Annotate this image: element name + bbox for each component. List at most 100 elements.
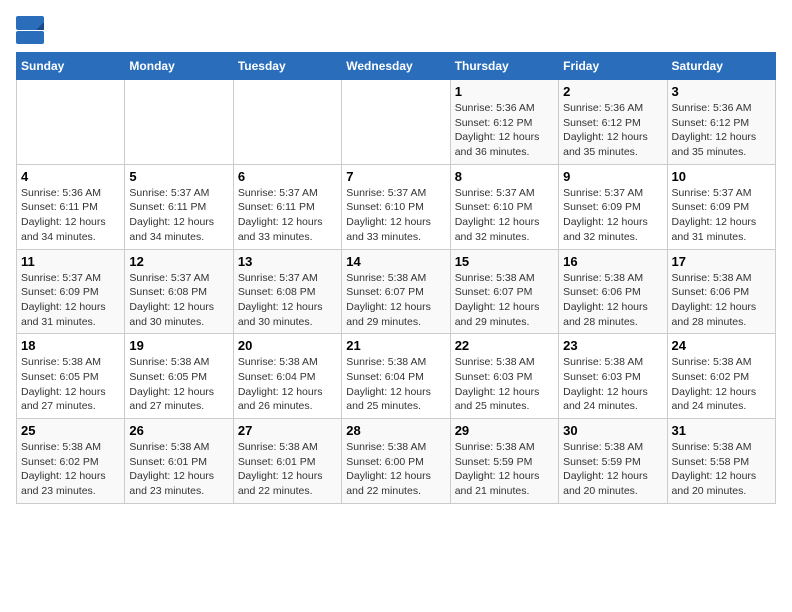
day-of-week-header: Tuesday — [233, 53, 341, 80]
day-number: 16 — [563, 254, 662, 269]
day-number: 11 — [21, 254, 120, 269]
day-info: Sunrise: 5:38 AM Sunset: 6:00 PM Dayligh… — [346, 440, 445, 499]
day-info: Sunrise: 5:38 AM Sunset: 6:05 PM Dayligh… — [21, 355, 120, 414]
calendar-cell — [342, 80, 450, 165]
day-info: Sunrise: 5:37 AM Sunset: 6:11 PM Dayligh… — [238, 186, 337, 245]
day-info: Sunrise: 5:38 AM Sunset: 6:06 PM Dayligh… — [563, 271, 662, 330]
calendar-cell — [125, 80, 233, 165]
day-number: 28 — [346, 423, 445, 438]
day-info: Sunrise: 5:36 AM Sunset: 6:11 PM Dayligh… — [21, 186, 120, 245]
calendar-cell: 30Sunrise: 5:38 AM Sunset: 5:59 PM Dayli… — [559, 419, 667, 504]
calendar-cell: 10 Sunrise: 5:37 AM Sunset: 6:09 PM Dayli… — [667, 164, 775, 249]
calendar-cell: 25 Sunrise: 5:38 AM Sunset: 6:02 PM Dayli… — [17, 419, 125, 504]
calendar-cell: 14 Sunrise: 5:38 AM Sunset: 6:07 PM Dayli… — [342, 249, 450, 334]
day-number: 12 — [129, 254, 228, 269]
calendar-cell: 8Sunrise: 5:37 AM Sunset: 6:10 PM Daylig… — [450, 164, 558, 249]
calendar-cell: 24 Sunrise: 5:38 AM Sunset: 6:02 PM Dayli… — [667, 334, 775, 419]
day-info: Sunrise: 5:37 AM Sunset: 6:09 PM Dayligh… — [672, 186, 771, 245]
day-number: 25 — [21, 423, 120, 438]
calendar-cell: 17 Sunrise: 5:38 AM Sunset: 6:06 PM Dayli… — [667, 249, 775, 334]
calendar-week-row: 18 Sunrise: 5:38 AM Sunset: 6:05 PM Dayli… — [17, 334, 776, 419]
day-info: Sunrise: 5:36 AM Sunset: 6:12 PM Dayligh… — [455, 101, 554, 160]
calendar-cell: 3 Sunrise: 5:36 AM Sunset: 6:12 PM Daylig… — [667, 80, 775, 165]
day-info: Sunrise: 5:38 AM Sunset: 5:59 PM Dayligh… — [563, 440, 662, 499]
day-number: 6 — [238, 169, 337, 184]
day-number: 15 — [455, 254, 554, 269]
day-info: Sunrise: 5:38 AM Sunset: 6:07 PM Dayligh… — [346, 271, 445, 330]
day-number: 20 — [238, 338, 337, 353]
day-number: 18 — [21, 338, 120, 353]
calendar-cell: 27 Sunrise: 5:38 AM Sunset: 6:01 PM Dayli… — [233, 419, 341, 504]
day-number: 17 — [672, 254, 771, 269]
calendar-cell: 12 Sunrise: 5:37 AM Sunset: 6:08 PM Dayli… — [125, 249, 233, 334]
day-number: 24 — [672, 338, 771, 353]
calendar-cell: 18 Sunrise: 5:38 AM Sunset: 6:05 PM Dayli… — [17, 334, 125, 419]
calendar-cell: 7Sunrise: 5:37 AM Sunset: 6:10 PM Daylig… — [342, 164, 450, 249]
day-info: Sunrise: 5:38 AM Sunset: 5:58 PM Dayligh… — [672, 440, 771, 499]
calendar-cell — [233, 80, 341, 165]
calendar-cell: 2 Sunrise: 5:36 AM Sunset: 6:12 PM Daylig… — [559, 80, 667, 165]
day-number: 13 — [238, 254, 337, 269]
calendar-cell: 20Sunrise: 5:38 AM Sunset: 6:04 PM Dayli… — [233, 334, 341, 419]
day-number: 4 — [21, 169, 120, 184]
day-info: Sunrise: 5:38 AM Sunset: 6:07 PM Dayligh… — [455, 271, 554, 330]
day-number: 3 — [672, 84, 771, 99]
day-of-week-header: Saturday — [667, 53, 775, 80]
day-info: Sunrise: 5:38 AM Sunset: 6:03 PM Dayligh… — [455, 355, 554, 414]
day-number: 14 — [346, 254, 445, 269]
day-number: 9 — [563, 169, 662, 184]
day-number: 2 — [563, 84, 662, 99]
day-info: Sunrise: 5:36 AM Sunset: 6:12 PM Dayligh… — [672, 101, 771, 160]
header-row: SundayMondayTuesdayWednesdayThursdayFrid… — [17, 53, 776, 80]
day-of-week-header: Friday — [559, 53, 667, 80]
day-number: 23 — [563, 338, 662, 353]
calendar-cell: 29Sunrise: 5:38 AM Sunset: 5:59 PM Dayli… — [450, 419, 558, 504]
calendar-cell: 11 Sunrise: 5:37 AM Sunset: 6:09 PM Dayli… — [17, 249, 125, 334]
calendar-cell: 6 Sunrise: 5:37 AM Sunset: 6:11 PM Daylig… — [233, 164, 341, 249]
day-of-week-header: Sunday — [17, 53, 125, 80]
day-of-week-header: Wednesday — [342, 53, 450, 80]
calendar-cell: 9Sunrise: 5:37 AM Sunset: 6:09 PM Daylig… — [559, 164, 667, 249]
day-number: 21 — [346, 338, 445, 353]
calendar-cell: 28 Sunrise: 5:38 AM Sunset: 6:00 PM Dayli… — [342, 419, 450, 504]
calendar-cell: 22 Sunrise: 5:38 AM Sunset: 6:03 PM Dayli… — [450, 334, 558, 419]
day-info: Sunrise: 5:38 AM Sunset: 6:06 PM Dayligh… — [672, 271, 771, 330]
day-number: 26 — [129, 423, 228, 438]
calendar-cell: 26Sunrise: 5:38 AM Sunset: 6:01 PM Dayli… — [125, 419, 233, 504]
day-info: Sunrise: 5:38 AM Sunset: 6:03 PM Dayligh… — [563, 355, 662, 414]
day-info: Sunrise: 5:38 AM Sunset: 6:04 PM Dayligh… — [346, 355, 445, 414]
day-number: 7 — [346, 169, 445, 184]
day-info: Sunrise: 5:37 AM Sunset: 6:08 PM Dayligh… — [238, 271, 337, 330]
day-number: 5 — [129, 169, 228, 184]
day-number: 1 — [455, 84, 554, 99]
day-number: 29 — [455, 423, 554, 438]
calendar-week-row: 11 Sunrise: 5:37 AM Sunset: 6:09 PM Dayli… — [17, 249, 776, 334]
calendar-week-row: 4 Sunrise: 5:36 AM Sunset: 6:11 PM Daylig… — [17, 164, 776, 249]
day-of-week-header: Monday — [125, 53, 233, 80]
calendar-cell: 5Sunrise: 5:37 AM Sunset: 6:11 PM Daylig… — [125, 164, 233, 249]
calendar-cell: 21 Sunrise: 5:38 AM Sunset: 6:04 PM Dayli… — [342, 334, 450, 419]
day-info: Sunrise: 5:36 AM Sunset: 6:12 PM Dayligh… — [563, 101, 662, 160]
day-info: Sunrise: 5:37 AM Sunset: 6:10 PM Dayligh… — [455, 186, 554, 245]
calendar-table: SundayMondayTuesdayWednesdayThursdayFrid… — [16, 52, 776, 504]
day-of-week-header: Thursday — [450, 53, 558, 80]
calendar-cell — [17, 80, 125, 165]
day-info: Sunrise: 5:38 AM Sunset: 6:02 PM Dayligh… — [21, 440, 120, 499]
day-number: 31 — [672, 423, 771, 438]
day-number: 22 — [455, 338, 554, 353]
day-info: Sunrise: 5:37 AM Sunset: 6:09 PM Dayligh… — [21, 271, 120, 330]
calendar-week-row: 1 Sunrise: 5:36 AM Sunset: 6:12 PM Daylig… — [17, 80, 776, 165]
calendar-cell: 4 Sunrise: 5:36 AM Sunset: 6:11 PM Daylig… — [17, 164, 125, 249]
day-number: 27 — [238, 423, 337, 438]
calendar-cell: 1 Sunrise: 5:36 AM Sunset: 6:12 PM Daylig… — [450, 80, 558, 165]
day-info: Sunrise: 5:38 AM Sunset: 6:05 PM Dayligh… — [129, 355, 228, 414]
day-info: Sunrise: 5:38 AM Sunset: 6:01 PM Dayligh… — [238, 440, 337, 499]
calendar-cell: 31 Sunrise: 5:38 AM Sunset: 5:58 PM Dayli… — [667, 419, 775, 504]
day-number: 19 — [129, 338, 228, 353]
calendar-cell: 15 Sunrise: 5:38 AM Sunset: 6:07 PM Dayli… — [450, 249, 558, 334]
day-info: Sunrise: 5:37 AM Sunset: 6:08 PM Dayligh… — [129, 271, 228, 330]
header — [16, 16, 776, 44]
calendar-week-row: 25 Sunrise: 5:38 AM Sunset: 6:02 PM Dayli… — [17, 419, 776, 504]
day-number: 10 — [672, 169, 771, 184]
day-info: Sunrise: 5:38 AM Sunset: 6:02 PM Dayligh… — [672, 355, 771, 414]
